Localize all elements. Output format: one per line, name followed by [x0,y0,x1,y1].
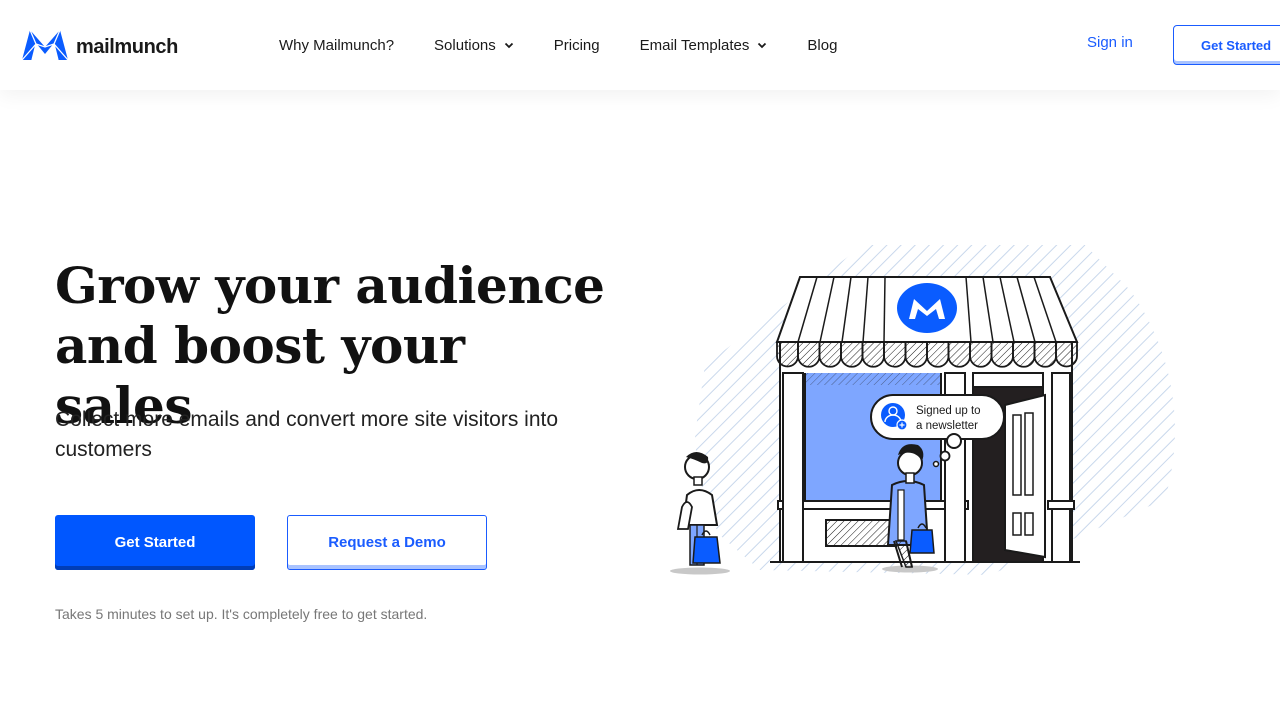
get-started-button[interactable]: Get Started [55,515,255,570]
nav-item-label: Solutions [434,36,496,54]
hero-note: Takes 5 minutes to set up. It's complete… [55,606,428,622]
mailmunch-logo-icon [20,27,70,68]
logo-wordmark: mailmunch [76,36,178,58]
nav-item-why-mailmunch[interactable]: Why Mailmunch? [279,37,394,54]
main-nav: Why Mailmunch? Solutions Pricing Email T… [279,0,877,90]
hero-subtitle: Collect more emails and convert more sit… [55,408,559,461]
header-get-started-button[interactable]: Get Started [1173,25,1280,65]
request-demo-button[interactable]: Request a Demo [287,515,487,570]
sign-in-link[interactable]: Sign in [1087,34,1133,51]
logo[interactable]: mailmunch [20,27,178,68]
nav-item-solutions[interactable]: Solutions [434,37,514,54]
hero-title-line-1: Grow your audience [55,256,605,315]
nav-item-email-templates[interactable]: Email Templates [640,37,768,54]
nav-item-pricing[interactable]: Pricing [554,37,600,54]
nav-item-label: Why Mailmunch? [279,36,395,54]
bubble-text-line-2: a newsletter [916,420,978,432]
chevron-down-icon [504,42,513,48]
bubble-text-line-1: Signed up to [916,405,981,417]
nav-item-label: Blog [807,36,838,54]
chevron-down-icon [758,42,767,48]
nav-item-label: Pricing [553,36,600,54]
nav-item-label: Email Templates [639,36,750,54]
nav-item-blog[interactable]: Blog [807,37,837,54]
storefront-illustration: Signed up to a newsletter [670,245,1175,575]
site-header: mailmunch Why Mailmunch? Solutions Prici… [0,0,1280,90]
mailmunch-logo-icon [897,283,957,333]
